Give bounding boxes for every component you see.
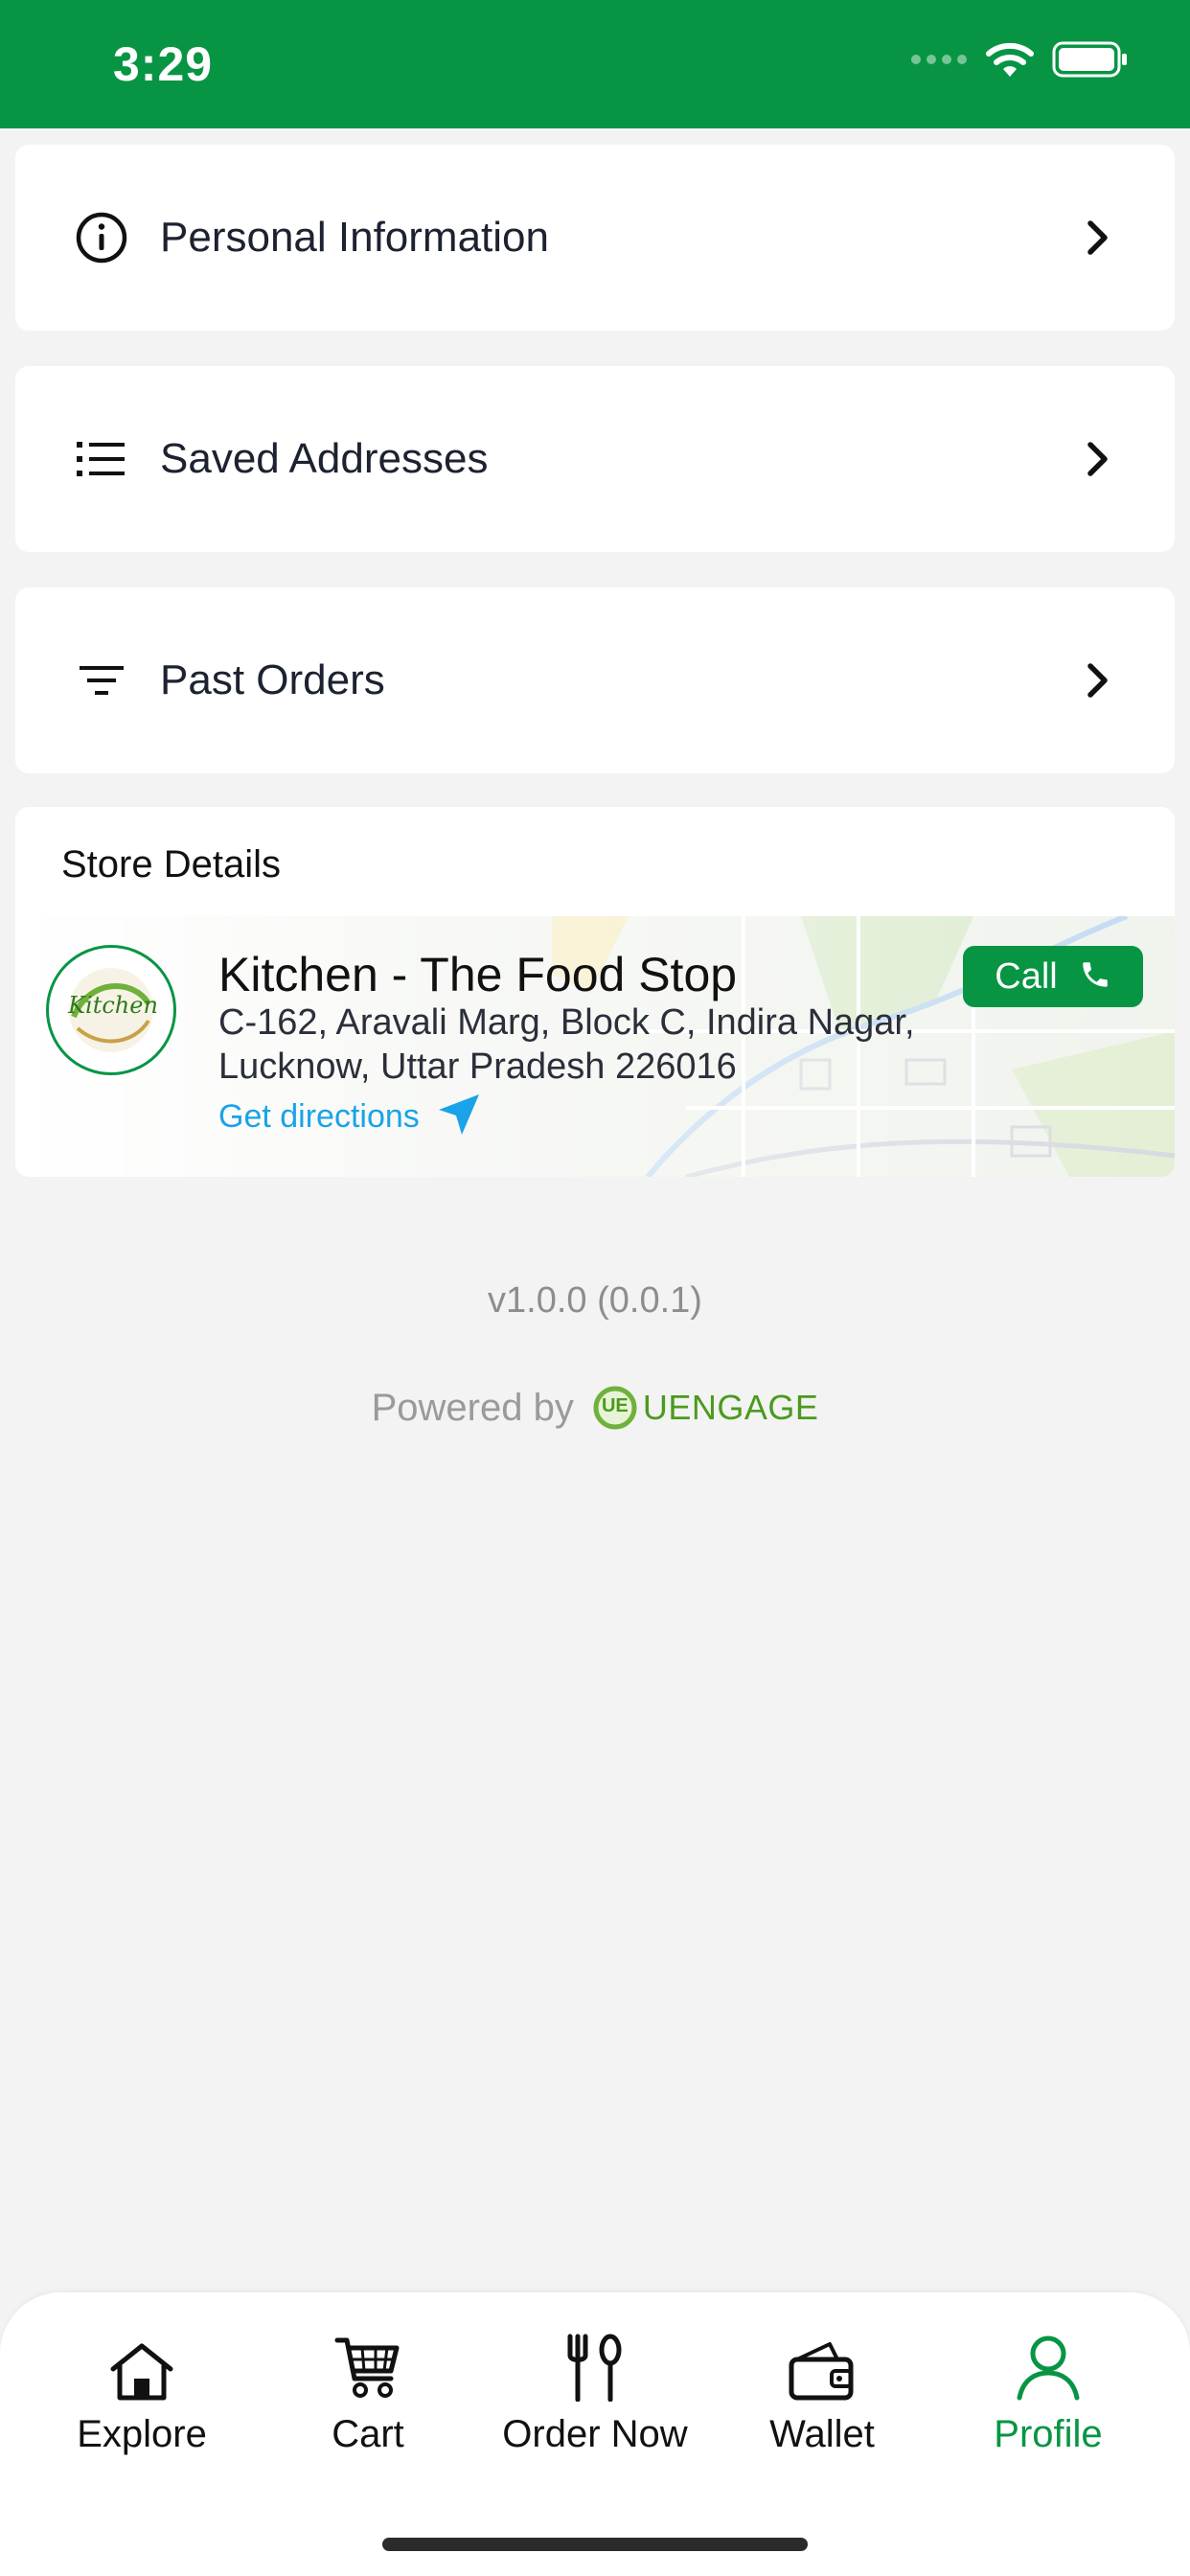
battery-icon <box>1052 41 1129 82</box>
store-logo-text: Kitchen <box>68 992 158 1019</box>
uengage-brand: UE UENGAGE <box>591 1384 819 1432</box>
tab-label: Explore <box>77 2413 207 2455</box>
status-icons <box>910 40 1129 83</box>
status-time: 3:29 <box>113 37 214 91</box>
signal-icon <box>910 53 968 71</box>
store-address-line-1: C-162, Aravali Marg, Block C, Indira Nag… <box>218 1002 915 1043</box>
powered-by-label: Powered by <box>371 1386 574 1429</box>
tab-cart[interactable]: Cart <box>263 2333 473 2456</box>
cart-icon <box>333 2333 402 2402</box>
tab-label: Profile <box>994 2413 1103 2455</box>
chevron-right-icon <box>1081 438 1115 480</box>
tab-profile[interactable]: Profile <box>943 2333 1154 2456</box>
list-icon <box>75 432 128 486</box>
home-indicator <box>382 2538 808 2551</box>
get-directions-link[interactable]: Get directions <box>218 1092 481 1141</box>
menu-item-saved-addresses[interactable]: Saved Addresses <box>15 366 1175 552</box>
menu-item-past-orders[interactable]: Past Orders <box>15 587 1175 773</box>
store-address-line-2: Lucknow, Uttar Pradesh 226016 <box>218 1046 737 1087</box>
uengage-brand-name: UENGAGE <box>642 1388 819 1427</box>
tab-order-now[interactable]: Order Now <box>490 2333 700 2456</box>
tab-label: Cart <box>332 2413 404 2455</box>
menu-item-label: Past Orders <box>160 656 385 703</box>
uengage-logo-text: UE <box>601 1395 629 1416</box>
bottom-tab-bar: Explore Cart Order Now Wallet Profile <box>0 2292 1190 2576</box>
navigation-arrow-icon <box>437 1092 481 1141</box>
filter-icon <box>75 654 128 707</box>
user-icon <box>1014 2333 1083 2402</box>
info-icon <box>75 211 128 264</box>
home-icon <box>107 2333 176 2402</box>
fork-spoon-icon <box>564 2333 626 2402</box>
powered-by: Powered by UE UENGAGE <box>0 1384 1190 1432</box>
menu-item-label: Saved Addresses <box>160 435 489 482</box>
call-button-label: Call <box>995 955 1058 997</box>
store-name: Kitchen - The Food Stop <box>218 948 738 1001</box>
tab-label: Wallet <box>769 2413 875 2455</box>
app-version: v1.0.0 (0.0.1) <box>488 1280 702 1321</box>
wallet-icon <box>788 2333 857 2402</box>
store-address: C-162, Aravali Marg, Block C, Indira Nag… <box>218 1000 1004 1089</box>
chevron-right-icon <box>1081 217 1115 259</box>
tab-explore[interactable]: Explore <box>36 2333 247 2456</box>
tab-label: Order Now <box>502 2413 688 2455</box>
menu-item-personal-information[interactable]: Personal Information <box>15 145 1175 331</box>
wifi-icon <box>985 40 1035 83</box>
call-button[interactable]: Call <box>963 946 1143 1007</box>
uengage-logo-icon: UE <box>591 1384 639 1432</box>
tab-wallet[interactable]: Wallet <box>717 2333 927 2456</box>
store-details-card: Store Details Kitchen Kitchen - The Food… <box>15 807 1175 1177</box>
chevron-right-icon <box>1081 659 1115 702</box>
get-directions-label: Get directions <box>218 1098 420 1135</box>
phone-icon <box>1079 958 1111 996</box>
status-bar: 3:29 <box>0 0 1190 128</box>
menu-item-label: Personal Information <box>160 214 549 261</box>
store-details-heading: Store Details <box>61 843 281 886</box>
